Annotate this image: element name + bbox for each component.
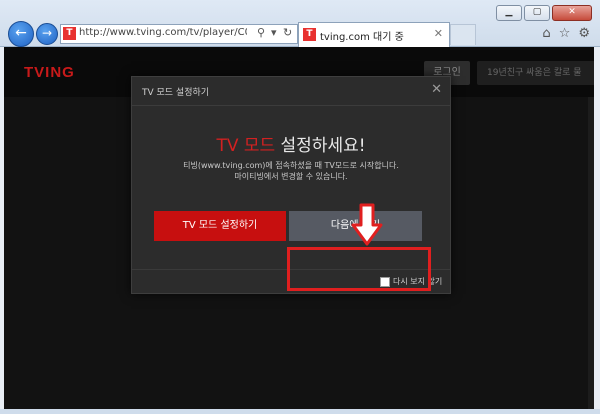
dialog-header: TV 모드 설정하기 ✕ [132, 77, 450, 106]
set-tv-mode-button[interactable]: TV 모드 설정하기 [154, 211, 286, 241]
window-bottom-edge [0, 409, 600, 414]
window-controls: ▁ ▢ ✕ [496, 5, 592, 21]
back-arrow-icon: ← [15, 25, 27, 41]
refresh-icon[interactable]: ↻ [283, 26, 292, 39]
browser-toolbar: ▁ ▢ ✕ ← → T http://www.tving.com/tv/play… [0, 0, 600, 47]
maximize-button[interactable]: ▢ [524, 5, 550, 21]
browser-tab[interactable]: T tving.com 대기 중 ✕ [298, 22, 450, 47]
tving-logo[interactable]: TVING [24, 64, 75, 81]
tab-title: tving.com 대기 중 [320, 32, 404, 43]
close-tab-icon[interactable]: ✕ [434, 27, 443, 40]
home-icon[interactable]: ⌂ [542, 26, 550, 41]
page-scrollbar[interactable] [588, 97, 594, 409]
tab-favicon: T [303, 28, 316, 41]
url-text[interactable]: http://www.tving.com/tv/player/C00551 [79, 27, 247, 38]
dialog-headline: TV 모드 설정하세요! [132, 131, 450, 156]
dropdown-icon[interactable]: ▾ [271, 26, 277, 39]
browser-tools: ⌂ ☆ ⚙ [542, 26, 590, 41]
description-line-2: 마이티빙에서 변경할 수 있습니다. [234, 172, 348, 181]
annotation-highlight-box [287, 247, 431, 291]
favorites-star-icon[interactable]: ☆ [559, 26, 571, 41]
search-input[interactable]: 19년친구 싸움은 칼로 물 [477, 61, 594, 85]
forward-arrow-icon: → [41, 26, 53, 40]
address-bar[interactable]: T http://www.tving.com/tv/player/C00551 … [60, 24, 298, 44]
close-icon[interactable]: ✕ [431, 82, 442, 97]
new-tab-button[interactable] [450, 24, 476, 45]
browser-window: ▁ ▢ ✕ ← → T http://www.tving.com/tv/play… [0, 0, 600, 414]
headline-highlight: TV 모드 [216, 136, 276, 156]
close-window-button[interactable]: ✕ [552, 5, 592, 21]
dialog-title: TV 모드 설정하기 [142, 88, 210, 98]
annotation-arrow-icon [351, 203, 383, 246]
minimize-button[interactable]: ▁ [496, 5, 522, 21]
back-button[interactable]: ← [8, 21, 34, 47]
forward-button[interactable]: → [36, 23, 58, 45]
gear-icon[interactable]: ⚙ [578, 26, 590, 41]
site-favicon: T [63, 27, 76, 40]
dialog-description: 티빙(www.tving.com)에 접속하셨을 때 TV모드로 시작합니다. … [132, 160, 450, 182]
description-line-1: 티빙(www.tving.com)에 접속하셨을 때 TV모드로 시작합니다. [183, 161, 399, 170]
headline-rest: 설정하세요! [275, 136, 366, 156]
search-icon[interactable]: ⚲ [257, 26, 265, 39]
